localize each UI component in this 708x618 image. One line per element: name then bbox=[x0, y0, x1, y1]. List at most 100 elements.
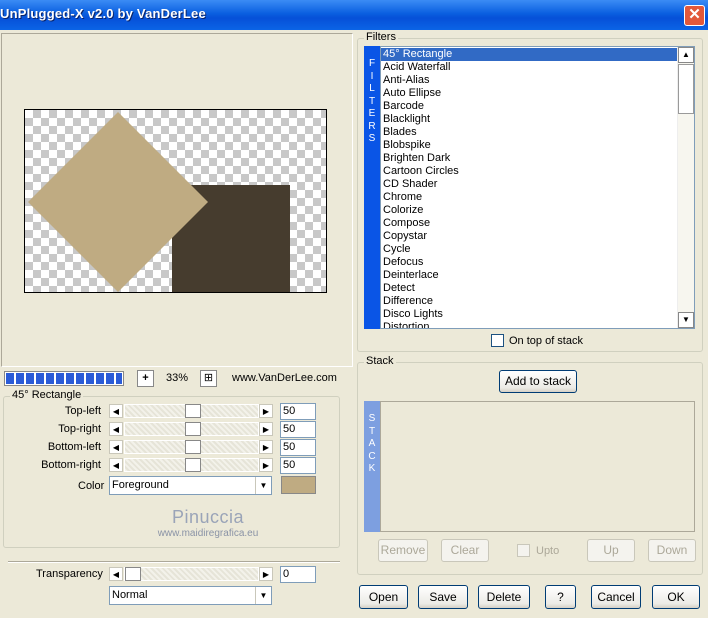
slider-left-arrow[interactable]: ◀ bbox=[109, 404, 123, 418]
list-item[interactable]: Barcode bbox=[381, 100, 677, 113]
arrow-left-icon: ◀ bbox=[112, 461, 120, 470]
scroll-down-button[interactable]: ▼ bbox=[678, 312, 694, 328]
arrow-right-icon: ▶ bbox=[262, 407, 270, 416]
down-button[interactable]: Down bbox=[648, 539, 696, 562]
chevron-down-icon: ▼ bbox=[255, 587, 271, 604]
slider-thumb[interactable] bbox=[185, 440, 201, 454]
list-item[interactable]: Cycle bbox=[381, 243, 677, 256]
color-swatch[interactable] bbox=[281, 476, 316, 494]
scroll-up-button[interactable]: ▲ bbox=[678, 47, 694, 63]
slider-right-arrow[interactable]: ▶ bbox=[259, 440, 273, 454]
arrow-right-icon: ▶ bbox=[262, 461, 270, 470]
upto-label: Upto bbox=[536, 545, 560, 557]
divider bbox=[8, 561, 340, 563]
slider-value[interactable]: 50 bbox=[280, 439, 316, 456]
slider-track[interactable] bbox=[124, 440, 259, 454]
slider-track[interactable] bbox=[124, 422, 259, 436]
save-button[interactable]: Save bbox=[418, 585, 468, 609]
list-item[interactable]: Chrome bbox=[381, 191, 677, 204]
list-item[interactable]: CD Shader bbox=[381, 178, 677, 191]
color-select-value: Foreground bbox=[112, 479, 169, 491]
cancel-button[interactable]: Cancel bbox=[591, 585, 641, 609]
list-item[interactable]: Cartoon Circles bbox=[381, 165, 677, 178]
list-item[interactable]: Difference bbox=[381, 295, 677, 308]
list-item[interactable]: Blobspike bbox=[381, 139, 677, 152]
vertical-letter: T bbox=[368, 95, 376, 107]
slider-value[interactable]: 50 bbox=[280, 457, 316, 474]
list-item[interactable]: Detect bbox=[381, 282, 677, 295]
progress-bar bbox=[4, 371, 124, 386]
slider-track[interactable] bbox=[124, 404, 259, 418]
transparency-track[interactable] bbox=[124, 567, 259, 581]
list-item[interactable]: Defocus bbox=[381, 256, 677, 269]
transparency-left-arrow[interactable]: ◀ bbox=[109, 567, 123, 581]
close-button[interactable]: ✕ bbox=[684, 5, 705, 26]
slider-right-arrow[interactable]: ▶ bbox=[259, 422, 273, 436]
website-link[interactable]: www.VanDerLee.com bbox=[232, 372, 337, 384]
slider-thumb[interactable] bbox=[185, 404, 201, 418]
zoom-level: 33% bbox=[166, 372, 189, 384]
color-select[interactable]: Foreground ▼ bbox=[109, 476, 272, 495]
slider-left-arrow[interactable]: ◀ bbox=[109, 422, 123, 436]
blend-mode-select[interactable]: Normal ▼ bbox=[109, 586, 272, 605]
slider-left-arrow[interactable]: ◀ bbox=[109, 440, 123, 454]
stack-group-title: Stack bbox=[364, 355, 396, 367]
list-item[interactable]: 45° Rectangle bbox=[381, 48, 677, 61]
slider-label: Bottom-right bbox=[41, 459, 101, 471]
list-item[interactable]: Anti-Alias bbox=[381, 74, 677, 87]
list-item[interactable]: Copystar bbox=[381, 230, 677, 243]
help-button[interactable]: ? bbox=[545, 585, 576, 609]
delete-button[interactable]: Delete bbox=[478, 585, 530, 609]
scroll-thumb[interactable] bbox=[678, 64, 694, 114]
fit-icon: ⊞ bbox=[203, 372, 214, 384]
upto-checkbox[interactable] bbox=[517, 544, 530, 557]
on-top-checkbox[interactable] bbox=[491, 334, 504, 347]
arrow-left-icon: ◀ bbox=[112, 443, 120, 452]
transparency-value[interactable]: 0 bbox=[280, 566, 316, 583]
list-item[interactable]: Blacklight bbox=[381, 113, 677, 126]
arrow-right-icon: ▶ bbox=[262, 425, 270, 434]
stack-list[interactable] bbox=[380, 401, 695, 532]
on-top-label: On top of stack bbox=[509, 335, 583, 347]
slider-right-arrow[interactable]: ▶ bbox=[259, 404, 273, 418]
remove-button[interactable]: Remove bbox=[378, 539, 428, 562]
list-item[interactable]: Distortion bbox=[381, 321, 677, 328]
list-item[interactable]: Auto Ellipse bbox=[381, 87, 677, 100]
list-item[interactable]: Blades bbox=[381, 126, 677, 139]
add-to-stack-button[interactable]: Add to stack bbox=[499, 370, 577, 393]
slider-label: Top-left bbox=[64, 405, 101, 417]
watermark-name: Pinuccia bbox=[171, 507, 245, 527]
transparency-right-arrow[interactable]: ▶ bbox=[259, 567, 273, 581]
transparency-thumb[interactable] bbox=[125, 567, 141, 581]
vertical-letter: S bbox=[368, 133, 376, 144]
open-button[interactable]: Open bbox=[359, 585, 408, 609]
list-item[interactable]: Deinterlace bbox=[381, 269, 677, 282]
up-button[interactable]: Up bbox=[587, 539, 635, 562]
zoom-in-button[interactable]: + bbox=[137, 370, 154, 387]
filters-list[interactable]: 45° Rectangle Acid Waterfall Anti-Alias Aut… bbox=[380, 46, 695, 329]
vertical-letter: E bbox=[368, 108, 376, 119]
list-item[interactable]: Compose bbox=[381, 217, 677, 230]
filters-scrollbar[interactable]: ▲ ▼ bbox=[677, 47, 694, 328]
slider-value[interactable]: 50 bbox=[280, 403, 316, 420]
arrow-right-icon: ▶ bbox=[262, 570, 270, 579]
clear-button[interactable]: Clear bbox=[441, 539, 489, 562]
zoom-fit-button[interactable]: ⊞ bbox=[200, 370, 217, 387]
slider-left-arrow[interactable]: ◀ bbox=[109, 458, 123, 472]
list-item[interactable]: Disco Lights bbox=[381, 308, 677, 321]
preview-canvas[interactable] bbox=[24, 109, 327, 293]
slider-thumb[interactable] bbox=[185, 458, 201, 472]
vertical-letter: I bbox=[370, 70, 374, 82]
slider-label: Top-right bbox=[58, 423, 101, 435]
arrow-left-icon: ◀ bbox=[112, 407, 120, 416]
slider-right-arrow[interactable]: ▶ bbox=[259, 458, 273, 472]
slider-track[interactable] bbox=[124, 458, 259, 472]
ok-button[interactable]: OK bbox=[652, 585, 700, 609]
slider-value[interactable]: 50 bbox=[280, 421, 316, 438]
slider-thumb[interactable] bbox=[185, 422, 201, 436]
list-item[interactable]: Colorize bbox=[381, 204, 677, 217]
vertical-letter: T bbox=[368, 425, 376, 437]
list-item[interactable]: Brighten Dark bbox=[381, 152, 677, 165]
progress-fill bbox=[6, 373, 122, 384]
list-item[interactable]: Acid Waterfall bbox=[381, 61, 677, 74]
